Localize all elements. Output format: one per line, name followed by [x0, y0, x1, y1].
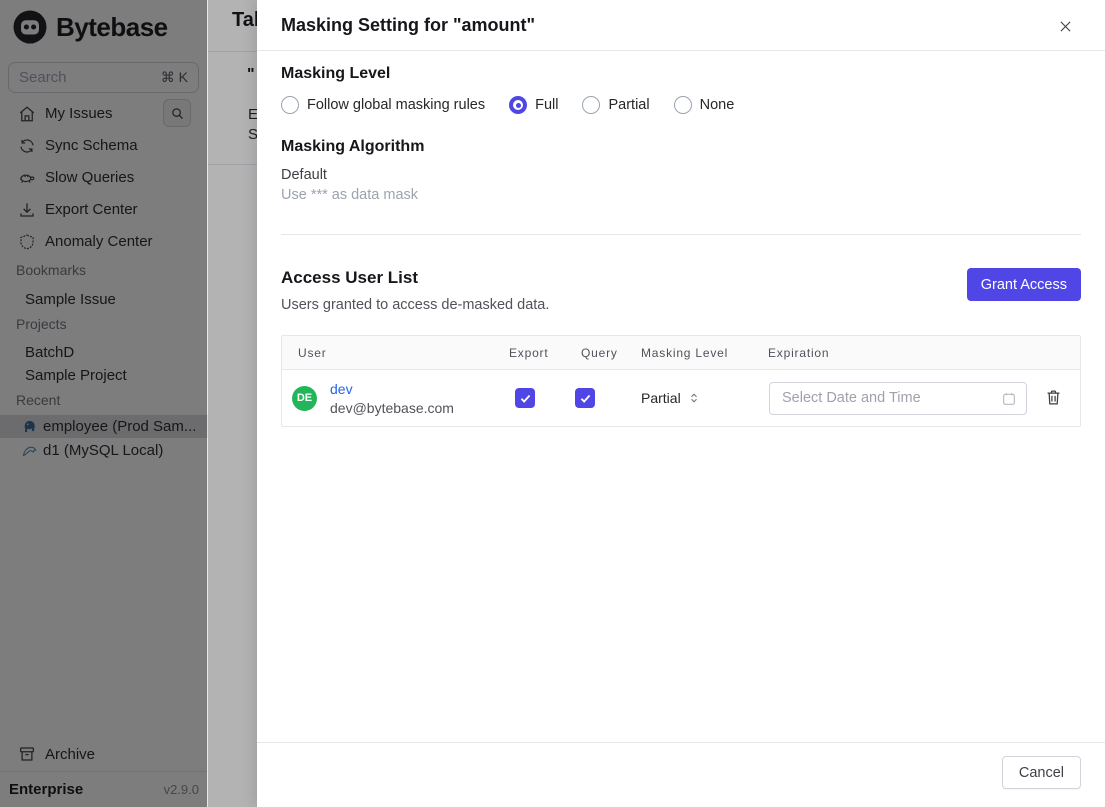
table-header-row: User Export Query Masking Level Expirati… — [282, 336, 1080, 370]
section-recent: Recent — [16, 392, 61, 408]
home-icon — [19, 105, 35, 121]
search-icon — [171, 107, 183, 119]
modal-header: Masking Setting for "amount" — [257, 0, 1105, 51]
bytebase-logo-icon — [13, 10, 47, 44]
close-button[interactable] — [1051, 12, 1079, 40]
mysql-icon — [22, 446, 37, 457]
col-export: Export — [509, 345, 549, 360]
radio-none[interactable]: None — [673, 96, 734, 114]
sidebar-item-sync-schema[interactable]: Sync Schema — [0, 132, 208, 159]
search-input[interactable]: Search ⌘ K — [8, 62, 199, 93]
project-sample-project[interactable]: Sample Project — [0, 364, 208, 387]
masking-level-select[interactable]: Partial — [641, 390, 762, 406]
query-checkbox[interactable] — [575, 388, 595, 408]
date-input[interactable] — [770, 382, 1026, 414]
col-query: Query — [581, 345, 618, 360]
version-label: v2.9.0 — [163, 782, 199, 797]
col-user: User — [298, 345, 327, 360]
radio-partial[interactable]: Partial — [582, 96, 650, 114]
user-email: dev@bytebase.com — [330, 399, 454, 416]
shield-icon — [20, 233, 34, 249]
radio-selected-icon[interactable] — [509, 96, 528, 114]
masking-algorithm-heading: Masking Algorithm — [281, 138, 425, 155]
radio-icon[interactable] — [281, 96, 299, 114]
section-projects: Projects — [16, 316, 67, 332]
user-name-link[interactable]: dev — [330, 381, 454, 397]
divider — [208, 51, 257, 52]
export-checkbox[interactable] — [515, 388, 535, 408]
recent-database-d1[interactable]: d1 (MySQL Local) — [0, 439, 208, 462]
sidebar-item-anomaly-center[interactable]: Anomaly Center — [0, 228, 208, 255]
archive-icon — [19, 747, 35, 761]
access-user-list-heading: Access User List — [281, 268, 419, 287]
divider — [208, 164, 257, 165]
background-page-title: Tab — [232, 9, 257, 31]
modal-title: Masking Setting for "amount" — [281, 14, 536, 35]
close-icon — [1059, 20, 1071, 32]
app-root: Bytebase Search ⌘ K My Issues Sync Schem… — [0, 0, 1105, 807]
postgres-icon — [24, 420, 35, 433]
sync-icon — [20, 138, 34, 153]
section-bookmarks: Bookmarks — [16, 262, 87, 278]
grant-access-button[interactable]: Grant Access — [966, 268, 1081, 301]
masking-algorithm-name: Default — [281, 167, 327, 183]
bookmark-sample-issue[interactable]: Sample Issue — [0, 288, 208, 311]
turtle-icon — [20, 174, 35, 183]
trash-icon — [1047, 390, 1060, 405]
col-masking-level: Masking Level — [641, 345, 729, 360]
tree-search-button[interactable] — [163, 99, 191, 127]
expiration-cell — [762, 381, 1080, 415]
col-expiration: Expiration — [768, 345, 830, 360]
masking-level-radio-group: Follow global masking rules Full Partial… — [281, 96, 1081, 114]
access-user-table: User Export Query Masking Level Expirati… — [281, 335, 1081, 427]
search-placeholder: Search — [19, 69, 67, 86]
expiration-date-input[interactable] — [769, 381, 1027, 415]
download-icon — [20, 202, 34, 217]
access-section-header: Access User List Users granted to access… — [281, 268, 1081, 313]
radio-follow-global[interactable]: Follow global masking rules — [281, 96, 485, 114]
background-page-strip: Tab " E S — [208, 0, 257, 807]
check-icon — [520, 394, 530, 403]
sidebar: Bytebase Search ⌘ K My Issues Sync Schem… — [0, 0, 208, 807]
recent-database-employee[interactable]: employee (Prod Sam... — [0, 415, 208, 438]
table-row: DE dev dev@bytebase.com Partial Select D… — [282, 370, 1080, 426]
divider — [281, 234, 1081, 235]
radio-icon[interactable] — [673, 96, 692, 114]
user-cell: DE dev dev@bytebase.com — [282, 381, 509, 416]
project-batchd[interactable]: BatchD — [0, 341, 208, 364]
delete-user-button[interactable] — [1044, 388, 1064, 408]
masking-algorithm-description: Use *** as data mask — [281, 187, 419, 203]
sidebar-footer: Enterprise v2.9.0 — [0, 771, 208, 807]
calendar-icon[interactable] — [1001, 391, 1017, 407]
masking-setting-modal: Masking Setting for "amount" Masking Lev… — [257, 0, 1105, 807]
plan-label[interactable]: Enterprise — [9, 781, 83, 798]
sidebar-item-archive[interactable]: Archive — [0, 741, 208, 767]
access-user-list-description: Users granted to access de-masked data. — [281, 297, 550, 313]
check-icon — [580, 394, 590, 403]
logo-text: Bytebase — [56, 11, 168, 42]
search-shortcut: ⌘ K — [160, 69, 188, 85]
avatar: DE — [292, 385, 317, 411]
sidebar-item-slow-queries[interactable]: Slow Queries — [0, 164, 208, 191]
cancel-button[interactable]: Cancel — [1001, 756, 1081, 789]
radio-full[interactable]: Full — [509, 96, 558, 114]
sidebar-item-export-center[interactable]: Export Center — [0, 196, 208, 223]
bytebase-logo[interactable]: Bytebase — [12, 9, 168, 45]
masking-level-heading: Masking Level — [281, 65, 391, 82]
radio-icon[interactable] — [582, 96, 601, 114]
chevron-updown-icon — [690, 393, 697, 403]
modal-footer: Cancel — [257, 742, 1105, 807]
modal-body: Masking Level Follow global masking rule… — [257, 51, 1105, 427]
